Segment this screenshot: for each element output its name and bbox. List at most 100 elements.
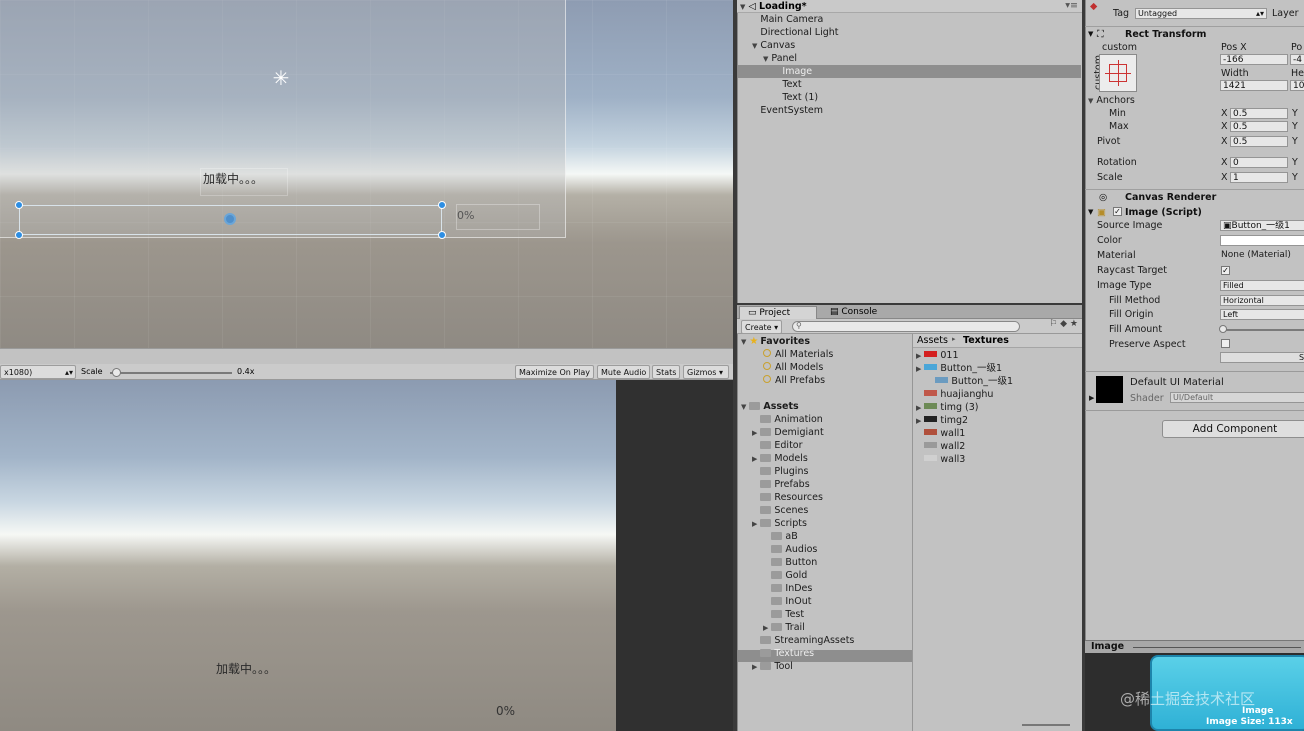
asset-folder[interactable]: ▶Gold [763,569,807,582]
asset-folder[interactable]: ▶Plugins [752,465,808,478]
breadcrumb-assets[interactable]: Assets [917,335,948,346]
breadcrumb-textures[interactable]: Textures [963,335,1009,346]
pos-x-field[interactable]: -166 [1220,54,1288,65]
game-view[interactable] [0,380,616,731]
height-field[interactable]: 10 [1290,80,1304,91]
anchor-presets-button[interactable] [1099,54,1137,92]
file-item[interactable]: ▶ timg2 [916,414,968,427]
stats-button[interactable]: Stats [652,365,681,379]
pos-y-field[interactable]: -4 [1290,54,1304,65]
file-item[interactable]: ▶ timg (3) [916,401,979,414]
expand-arrow-icon[interactable]: ▶ [916,417,921,425]
hierarchy-item[interactable]: ▼Directional Light [752,26,838,39]
expand-arrow-icon[interactable]: ▼ [763,55,768,63]
asset-folder[interactable]: ▶ Demigiant [752,426,824,439]
pivot-x-field[interactable]: 0.5 [1230,136,1288,147]
directional-light-icon[interactable]: ✳ [270,67,292,89]
material-field[interactable]: None (Material) [1221,249,1291,262]
icon-size-slider[interactable] [1022,724,1070,726]
width-field[interactable]: 1421 [1220,80,1288,91]
expand-arrow-icon[interactable]: ▶ [752,429,757,437]
hierarchy-item[interactable]: ▼Text (1) [774,91,818,104]
hierarchy-item[interactable]: ▼Image [774,65,812,78]
asset-folder[interactable]: ▶Prefabs [752,478,810,491]
pivot-handle[interactable] [224,213,236,225]
hierarchy-item[interactable]: ▼ Canvas [752,39,795,52]
asset-folder[interactable]: ▶Editor [752,439,803,452]
project-filter-icons[interactable]: ⚐ ◆ ★ [1049,319,1078,329]
source-image-field[interactable]: ▣Button_一级1 [1220,220,1304,231]
resolution-dropdown[interactable]: x1080) ▴▾ [0,365,76,379]
file-item[interactable]: ▶huajianghu [916,388,993,401]
material-preview[interactable] [1096,376,1123,403]
asset-folder[interactable]: ▶Audios [763,543,817,556]
file-item[interactable]: ▶ 011 [916,349,959,362]
expand-arrow-icon[interactable]: ▶ [752,520,757,528]
expand-arrow-icon[interactable]: ▶ [916,404,921,412]
expand-arrow-icon[interactable]: ▼ [752,42,757,50]
hierarchy-item[interactable]: ▼EventSystem [752,104,823,117]
anchors-foldout[interactable]: ▼ Anchors [1088,94,1135,107]
asset-folder[interactable]: ▶InDes [763,582,812,595]
asset-folder[interactable]: ▶Textures [752,647,814,660]
asset-folder[interactable]: ▶Test [763,608,804,621]
project-search-input[interactable]: ⚲ [792,321,1020,332]
rect-handle-bl[interactable] [15,231,23,239]
mute-audio-button[interactable]: Mute Audio [597,365,651,379]
tab-project[interactable]: ▭ Project [739,306,817,319]
file-item[interactable]: ▶Button_一级1 [927,375,1013,388]
shader-dropdown[interactable]: UI/Default [1170,392,1304,403]
expand-arrow-icon[interactable]: ▼ [741,338,746,346]
asset-folder[interactable]: ▶ Trail [763,621,805,634]
max-x-field[interactable]: 0.5 [1230,121,1288,132]
asset-folder[interactable]: ▶StreamingAssets [752,634,854,647]
expand-arrow-icon[interactable]: ▶ [763,624,768,632]
asset-folder[interactable]: ▶Button [763,556,817,569]
raycast-checkbox[interactable]: ✓ [1221,266,1230,275]
tab-console[interactable]: ▤ Console [822,306,885,319]
hierarchy-item[interactable]: ▼ Panel [763,52,797,65]
panel-rect[interactable] [0,0,566,238]
image-script-header[interactable]: ▼ ▣ ✓ Image (Script) [1085,205,1304,220]
rect-handle-tr[interactable] [438,201,446,209]
assets-header[interactable]: ▼ Assets [741,400,799,413]
favorite-item[interactable]: All Models [763,361,823,374]
asset-folder[interactable]: ▶ Models [752,452,808,465]
fill-amount-slider-knob[interactable] [1219,325,1227,333]
asset-folder[interactable]: ▶Resources [752,491,823,504]
asset-folder[interactable]: ▶InOut [763,595,811,608]
asset-folder[interactable]: ▶ Tool [752,660,793,673]
hierarchy-item[interactable]: ▼Text [774,78,801,91]
asset-folder[interactable]: ▶aB [763,530,798,543]
rotation-x-field[interactable]: 0 [1230,157,1288,168]
create-dropdown[interactable]: Create ▾ [741,320,783,334]
preserve-aspect-checkbox[interactable] [1221,339,1230,348]
view-divider[interactable] [0,348,733,364]
expand-arrow-icon[interactable]: ▶ [916,365,921,373]
image-enabled-checkbox[interactable]: ✓ [1113,207,1122,216]
fill-amount-slider-track[interactable] [1222,329,1304,331]
material-foldout-icon[interactable]: ▶ [1089,392,1094,405]
favorites-header[interactable]: ▼ ★ Favorites [741,335,810,348]
add-component-button[interactable]: Add Component [1162,420,1304,438]
asset-folder[interactable]: ▶ Scripts [752,517,807,530]
expand-arrow-icon[interactable]: ▶ [752,455,757,463]
file-item[interactable]: ▶wall2 [916,440,965,453]
scale-slider-knob[interactable] [111,368,121,377]
favorite-item[interactable]: All Materials [763,348,833,361]
rect-handle-tl[interactable] [15,201,23,209]
file-item[interactable]: ▶Button_一级1 [916,362,1002,375]
fill-origin-dropdown[interactable]: Left [1220,309,1304,320]
min-x-field[interactable]: 0.5 [1230,108,1288,119]
scale-slider-track[interactable] [110,372,232,374]
tag-dropdown[interactable]: Untagged ▴▾ [1135,8,1267,19]
rect-handle-br[interactable] [438,231,446,239]
scale-x-field[interactable]: 1 [1230,172,1288,183]
preview-header[interactable]: Image [1085,640,1304,653]
expand-arrow-icon[interactable]: ▼ [741,403,746,411]
expand-arrow-icon[interactable]: ▶ [752,663,757,671]
favorite-item[interactable]: All Prefabs [763,374,825,387]
rect-transform-header[interactable]: ▼ ⛶ Rect Transform [1085,26,1304,41]
file-item[interactable]: ▶wall3 [916,453,965,466]
image-type-dropdown[interactable]: Filled [1220,280,1304,291]
